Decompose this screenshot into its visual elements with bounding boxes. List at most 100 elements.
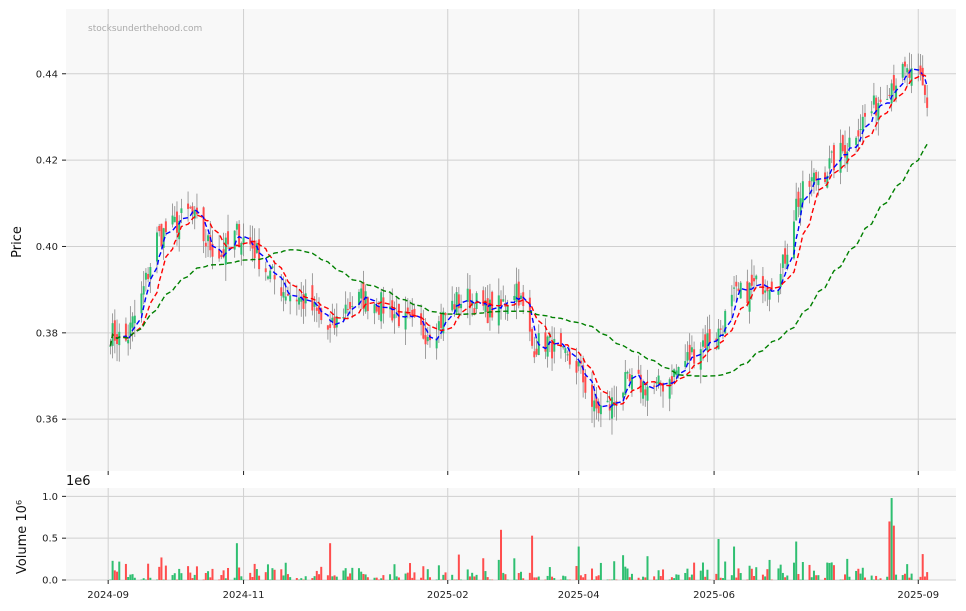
candle-body-down (824, 172, 827, 182)
volume-bar-up (777, 568, 780, 580)
volume-bar-up (877, 579, 880, 581)
candle-body-up (855, 137, 858, 145)
volume-bar-down (202, 579, 205, 581)
price-y-tick-label: 0.36 (36, 415, 58, 426)
volume-bar-down (457, 554, 460, 580)
candle-body-down (644, 389, 647, 396)
volume-bar-down (517, 573, 520, 580)
volume-bar-down (784, 577, 787, 580)
volume-bar-up (642, 576, 645, 580)
volume-bar-down (808, 564, 811, 580)
volume-bar-up (717, 539, 720, 580)
volume-bar-down (453, 579, 456, 581)
volume-bar-down (187, 566, 190, 580)
volume-bar-down (926, 572, 929, 580)
candle-body-up (706, 333, 709, 351)
volume-bar-up (668, 579, 671, 581)
volume-bar-up (207, 571, 210, 580)
price-y-tick-label: 0.44 (36, 69, 58, 80)
candle-body-up (768, 289, 771, 300)
volume-bar-up (519, 571, 522, 580)
volume-bar-down (124, 563, 127, 580)
volume-bar-up (890, 498, 893, 580)
candle-body-up (886, 98, 889, 100)
candle-body-down (227, 231, 230, 245)
candle-body-down (923, 85, 926, 95)
volume-bar-down (597, 575, 600, 580)
volume-bar-down (116, 571, 119, 580)
price-y-tick-label: 0.38 (36, 328, 58, 339)
volume-bar-down (391, 579, 394, 581)
candle-body-up (546, 336, 549, 357)
candle-body-down (559, 333, 562, 347)
candle-body-up (240, 243, 243, 255)
candle-body-down (531, 328, 534, 346)
candle-body-down (264, 268, 267, 273)
volume-bar-down (735, 577, 738, 580)
volume-bar-down (318, 574, 321, 580)
volume-bar-down (320, 566, 323, 580)
candle-body-up (304, 293, 307, 304)
volume-bar-down (766, 569, 769, 580)
volume-bar-up (859, 573, 862, 580)
volume-bar-down (670, 577, 673, 580)
x-tick-label: 2025-06 (693, 590, 735, 601)
candle-body-up (686, 352, 689, 361)
candle-body-up (404, 311, 407, 330)
volume-bar-up (684, 572, 687, 580)
candle-body-down (926, 97, 929, 108)
volume-bar-down (397, 577, 400, 580)
volume-bar-down (164, 565, 167, 580)
volume-bar-up (755, 567, 758, 580)
candle-body-down (280, 287, 283, 296)
volume-bar-up (606, 579, 609, 581)
candle-body-up (870, 111, 873, 114)
candle-body-up (298, 297, 301, 305)
volume-bar-up (127, 577, 130, 580)
volume-bar-up (564, 576, 567, 580)
candle-body-up (872, 95, 875, 105)
volume-bar-up (706, 569, 709, 580)
volume-bar-up (284, 562, 287, 580)
volume-bar-down (329, 543, 332, 580)
candle-body-down (189, 207, 192, 209)
volume-bar-down (628, 577, 631, 580)
volume-bar-down (440, 579, 443, 581)
candle-body-up (109, 345, 112, 347)
volume-bar-down (559, 579, 562, 581)
volume-bar-up (389, 574, 392, 580)
candle-body-down (797, 191, 800, 207)
candle-body-up (488, 299, 491, 318)
volume-bar-down (857, 568, 860, 580)
volume-bar-up (460, 579, 463, 581)
candle-body-down (568, 351, 571, 365)
volume-bar-up (173, 573, 176, 580)
volume-bar-down (280, 569, 283, 580)
volume-bar-down (411, 577, 414, 580)
volume-bar-up (357, 568, 360, 580)
candle-body-up (118, 331, 121, 346)
volume-bar-down (264, 572, 267, 580)
volume-bar-down (892, 525, 895, 580)
volume-bar-down (750, 568, 753, 580)
volume-bar-down (315, 570, 318, 580)
volume-bar-down (113, 570, 116, 580)
volume-bar-up (910, 573, 913, 580)
volume-bar-up (404, 573, 407, 580)
candle-body-down (273, 274, 276, 280)
candle-body-down (551, 342, 554, 359)
candle-body-down (888, 94, 891, 96)
candle-body-up (699, 349, 702, 370)
volume-bar-down (211, 568, 214, 580)
candle-body-down (238, 224, 241, 247)
candle-body-up (140, 293, 143, 314)
candle-body-down (164, 221, 167, 233)
candle-body-up (779, 273, 782, 288)
candle-body-up (801, 181, 804, 203)
volume-bar-down (377, 579, 380, 581)
volume-axis-title: Volume 10⁶ (15, 500, 30, 574)
volume-bar-down (406, 572, 409, 580)
candle-body-down (375, 306, 378, 312)
volume-bar-up (830, 562, 833, 580)
candle-body-down (440, 313, 443, 329)
